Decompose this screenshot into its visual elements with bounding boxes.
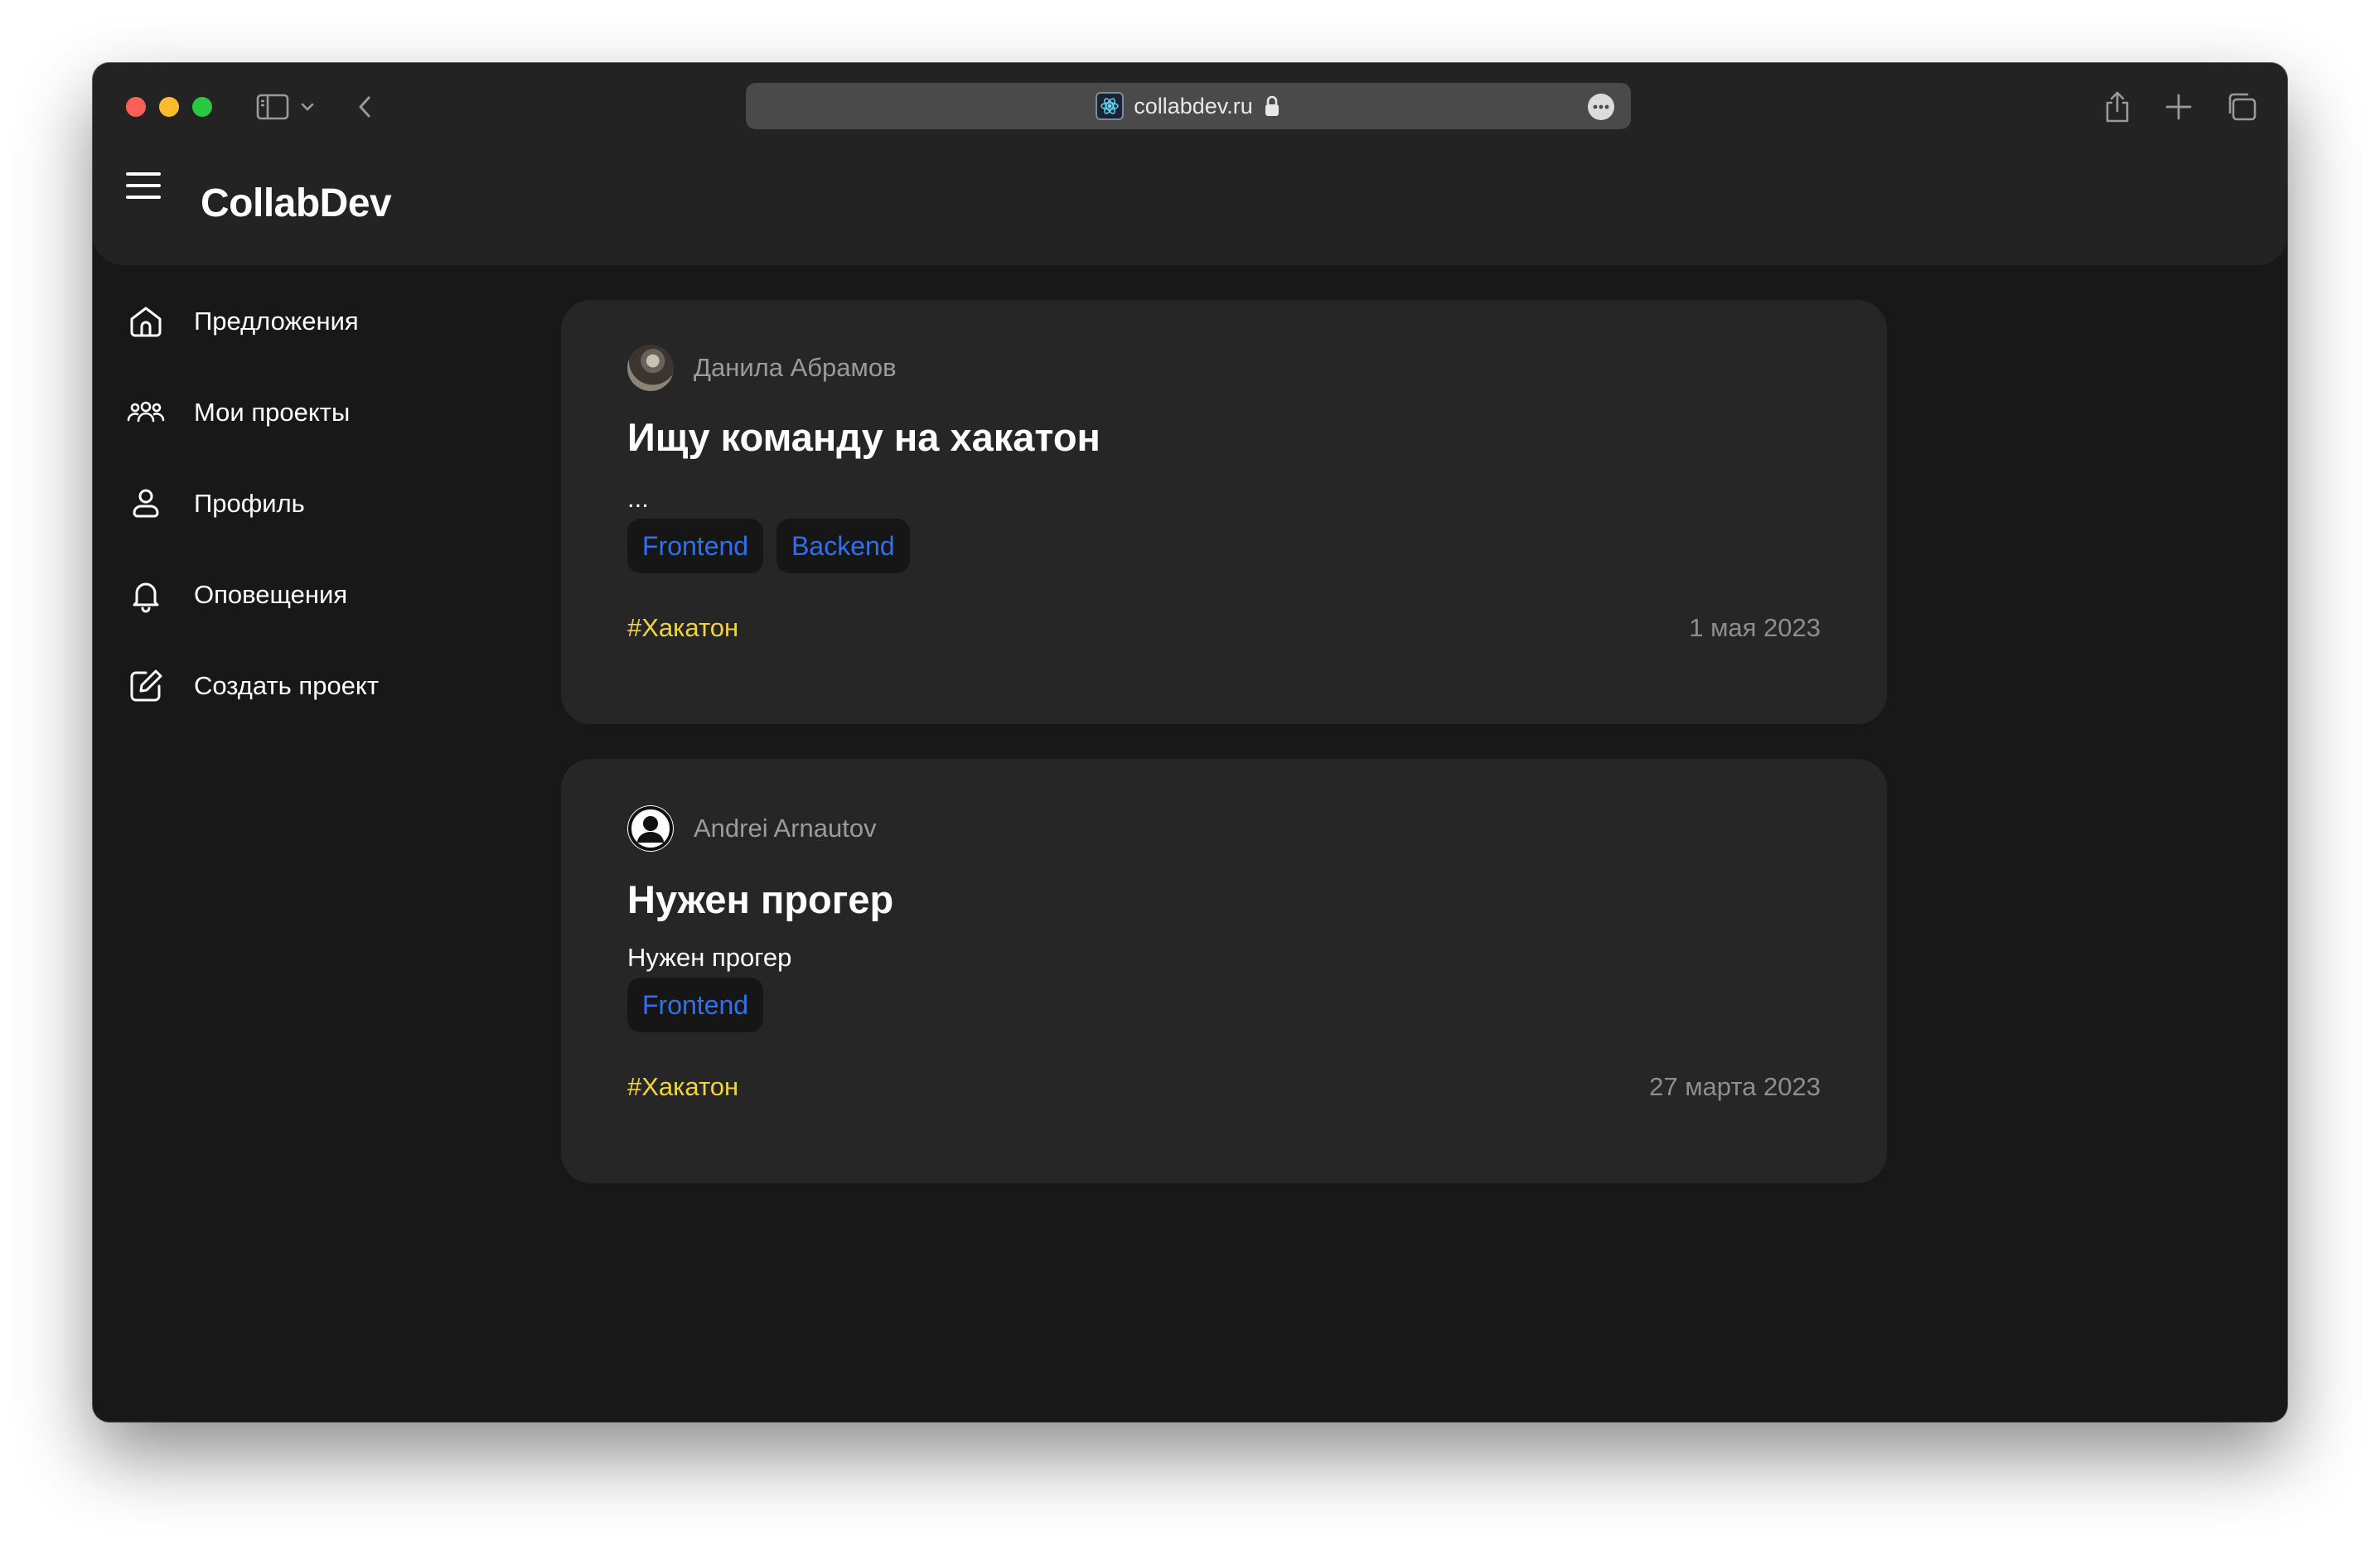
- avatar: [627, 805, 674, 852]
- post-author[interactable]: Andrei Arnautov: [627, 805, 877, 852]
- post-hashtag[interactable]: #Хакатон: [627, 1072, 738, 1102]
- users-icon: [126, 393, 166, 432]
- post-card[interactable]: Andrei Arnautov Нужен прогер Нужен проге…: [561, 759, 1887, 1183]
- post-date: 27 марта 2023: [1649, 1072, 1821, 1101]
- hamburger-menu-icon[interactable]: [126, 172, 161, 199]
- tab-overview-icon[interactable]: [2223, 88, 2261, 126]
- home-icon: [126, 302, 166, 341]
- minimize-window-button[interactable]: [159, 97, 179, 117]
- post-title[interactable]: Ищу команду на хакатон: [627, 418, 1101, 457]
- bell-icon: [126, 575, 166, 615]
- sidebar-item-profile[interactable]: Профиль: [126, 479, 491, 529]
- back-icon[interactable]: [346, 88, 385, 126]
- sidebar-item-label: Профиль: [194, 489, 305, 518]
- sidebar-item-label: Создать проект: [194, 671, 380, 700]
- share-icon[interactable]: [2098, 88, 2136, 126]
- post-tags: Frontend: [627, 978, 764, 1032]
- post-card[interactable]: Данила Абрамов Ищу команду на хакатон ..…: [561, 300, 1887, 724]
- user-icon: [126, 484, 166, 524]
- tag-backend[interactable]: Backend: [776, 519, 910, 573]
- author-name: Данила Абрамов: [694, 353, 897, 382]
- chevron-down-icon[interactable]: [295, 88, 320, 126]
- new-tab-icon[interactable]: [2160, 88, 2198, 126]
- edit-square-icon: [126, 666, 166, 706]
- post-tags: Frontend Backend: [627, 519, 910, 573]
- address-bar[interactable]: collabdev.ru: [746, 83, 1631, 129]
- more-options-icon[interactable]: [1588, 94, 1614, 120]
- author-name: Andrei Arnautov: [694, 814, 877, 843]
- post-description: Нужен прогер: [627, 943, 792, 972]
- browser-window: collabdev.ru CollabDev Предложения Мои п…: [93, 63, 2287, 1422]
- sidebar-item-label: Предложения: [194, 307, 359, 336]
- sidebar-item-label: Оповещения: [194, 580, 348, 609]
- avatar: [627, 345, 674, 391]
- sidebar-toggle-icon[interactable]: [254, 88, 292, 126]
- post-hashtag[interactable]: #Хакатон: [627, 613, 738, 643]
- site-favicon-icon: [1096, 92, 1125, 120]
- lock-icon: [1265, 95, 1279, 116]
- sidebar-item-label: Мои проекты: [194, 398, 351, 427]
- sidebar-item-create-project[interactable]: Создать проект: [126, 661, 491, 711]
- sidebar-item-offers[interactable]: Предложения: [126, 297, 491, 346]
- post-title[interactable]: Нужен прогер: [627, 880, 893, 919]
- post-date: 1 мая 2023: [1689, 613, 1821, 642]
- sidebar-item-my-projects[interactable]: Мои проекты: [126, 388, 491, 437]
- app-logo-text[interactable]: CollabDev: [201, 184, 392, 224]
- tag-frontend[interactable]: Frontend: [627, 978, 764, 1032]
- browser-toolbar: collabdev.ru: [93, 63, 2287, 146]
- post-description: ...: [627, 484, 649, 513]
- close-window-button[interactable]: [126, 97, 146, 117]
- zoom-window-button[interactable]: [192, 97, 212, 117]
- url-text: collabdev.ru: [1134, 93, 1253, 118]
- app-header: [93, 146, 2287, 265]
- sidebar-item-notifications[interactable]: Оповещения: [126, 570, 491, 620]
- tag-frontend[interactable]: Frontend: [627, 519, 764, 573]
- post-author[interactable]: Данила Абрамов: [627, 345, 897, 391]
